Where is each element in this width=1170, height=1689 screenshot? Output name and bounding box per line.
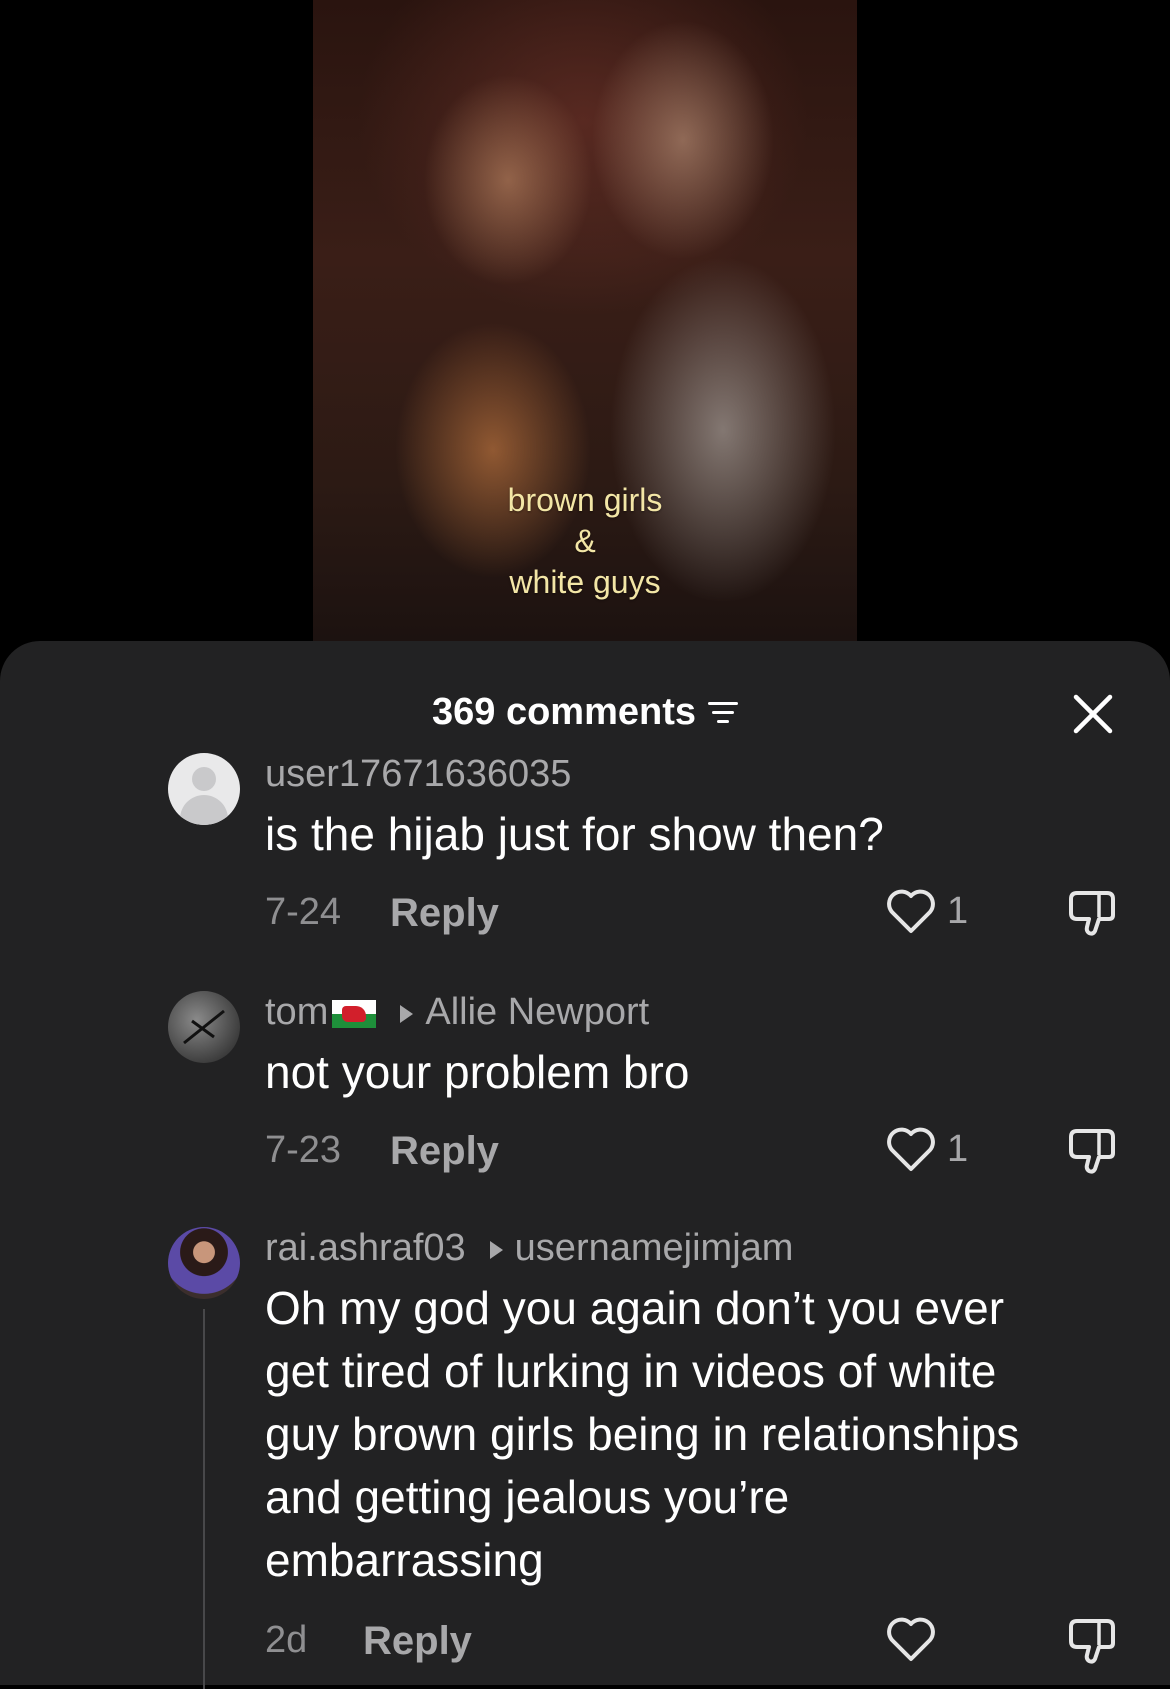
comment-meta: 7-23 Reply 1	[265, 1128, 1125, 1179]
like-button[interactable]	[885, 1615, 947, 1663]
reply-button[interactable]: Reply	[390, 891, 499, 936]
comment-username[interactable]: tom	[265, 991, 328, 1033]
thread-line	[203, 1309, 205, 1689]
comment-text-line: guy brown girls being in relationships	[265, 1408, 1020, 1460]
dislike-icon[interactable]	[1065, 1125, 1119, 1179]
like-button[interactable]: 1	[885, 887, 968, 935]
reply-button[interactable]: Reply	[390, 1129, 499, 1174]
reply-arrow-icon	[400, 1004, 414, 1023]
airplane-icon	[183, 1009, 225, 1045]
comment-text: is the hijab just for show then?	[265, 808, 884, 860]
caption-line: &	[574, 523, 596, 559]
comment-text-line: and getting jealous you’re	[265, 1471, 790, 1523]
comment-meta: 2d Reply	[265, 1617, 1125, 1669]
comment-date: 7-23	[265, 1129, 342, 1171]
comment-text-line: Oh my god you again don’t you ever	[265, 1282, 1005, 1334]
comment-username[interactable]: rai.ashraf03	[265, 1227, 466, 1269]
avatar[interactable]	[168, 991, 240, 1063]
avatar[interactable]	[168, 753, 240, 825]
comment-meta: 7-24 Reply 1	[265, 890, 1125, 941]
heart-icon	[887, 1617, 935, 1661]
comment-date: 2d	[265, 1619, 308, 1661]
comment-count: 369 comments	[431, 691, 696, 733]
video-caption: brown girls & white guys	[313, 480, 857, 603]
heart-icon	[887, 1127, 935, 1171]
caption-line: white guys	[509, 564, 661, 600]
reply-button[interactable]: Reply	[363, 1619, 472, 1664]
comment-text: Oh my god you again don’t you ever get t…	[265, 1277, 1125, 1592]
like-count: 1	[947, 889, 969, 932]
dislike-icon[interactable]	[1065, 887, 1119, 941]
avatar[interactable]	[168, 1227, 240, 1299]
like-button[interactable]: 1	[885, 1125, 968, 1173]
video-preview[interactable]: brown girls & white guys	[313, 0, 857, 641]
reply-to-username[interactable]: usernamejimjam	[515, 1227, 794, 1269]
comment-username[interactable]: user17671636035	[265, 753, 571, 796]
reply-arrow-icon	[489, 1240, 503, 1259]
wales-flag-icon	[332, 999, 377, 1028]
heart-icon	[887, 889, 935, 933]
comment-text-line: embarrassing	[265, 1534, 544, 1586]
dislike-icon[interactable]	[1065, 1615, 1119, 1669]
comments-sheet: 369 comments user17671636035 is the hija…	[0, 641, 1170, 1689]
comment-date: 7-24	[265, 891, 342, 933]
reply-to-username[interactable]: Allie Newport	[425, 991, 649, 1033]
comment-text: not your problem bro	[265, 1046, 690, 1098]
caption-line: brown girls	[507, 482, 663, 518]
close-icon[interactable]	[1068, 689, 1118, 739]
filter-icon[interactable]	[708, 700, 738, 726]
comments-header: 369 comments	[0, 681, 1170, 741]
comment-text-line: get tired of lurking in videos of white	[265, 1345, 997, 1397]
like-count: 1	[947, 1127, 969, 1170]
